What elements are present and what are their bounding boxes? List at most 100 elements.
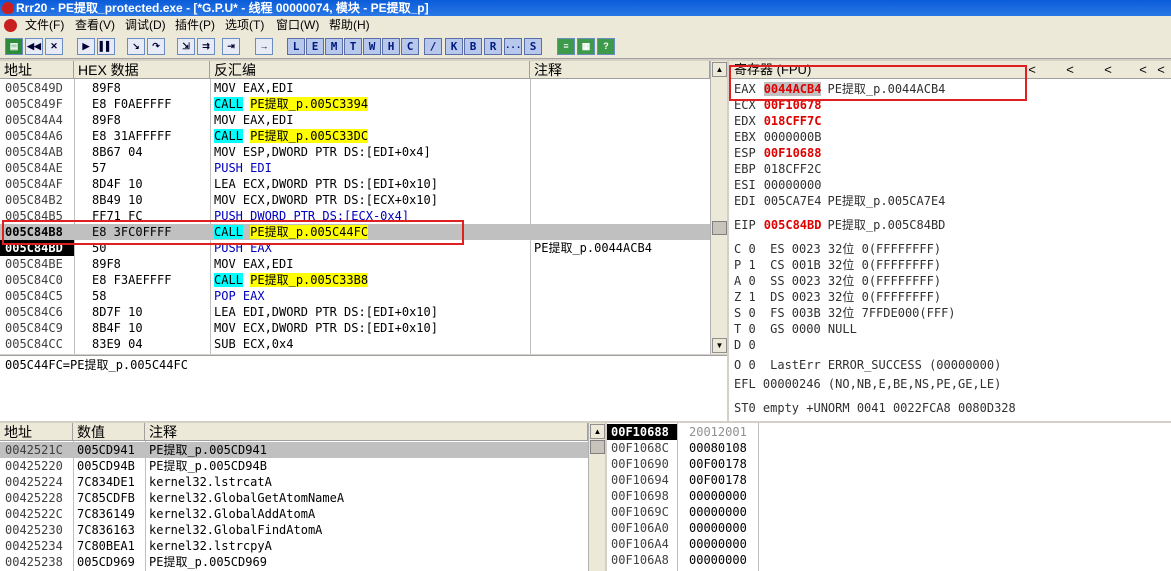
nav-left-icon[interactable]: < [1151, 61, 1171, 79]
register-edx[interactable]: EDX 018CFF7C [734, 113, 827, 129]
stack-row[interactable]: 00F106A0 00000000 [607, 520, 1171, 536]
disasm-hex[interactable]: 8D7F 10 [74, 304, 210, 320]
handles-window-button[interactable]: H [382, 38, 400, 55]
log-window-button[interactable]: L [287, 38, 305, 55]
nav-left-icon[interactable]: < [1098, 61, 1118, 79]
menu-view[interactable]: 查看(V) [72, 16, 118, 35]
stack-row[interactable]: 00F106A4 00000000 [607, 536, 1171, 552]
disasm-instruction[interactable]: POP EAX [210, 288, 530, 304]
disasm-hex[interactable]: 58 [74, 288, 210, 304]
disasm-row[interactable]: 005C84B5 FF71 FC PUSH DWORD PTR DS:[ECX-0x… [0, 208, 710, 224]
disasm-instruction[interactable]: PUSH DWORD PTR DS:[ECX-0x4] [210, 208, 530, 224]
trace-into-icon[interactable]: ⇲ [177, 38, 195, 55]
register-ebp[interactable]: EBP 018CFF2C [734, 161, 827, 177]
open-icon[interactable]: ▤ [5, 38, 23, 55]
stack-row[interactable]: 00F10694 00F00178 [607, 472, 1171, 488]
modules-window-button[interactable]: E [306, 38, 324, 55]
register-eip[interactable]: EIP 005C84BD PE提取_p.005C84BD [734, 217, 945, 233]
disasm-comment[interactable] [530, 112, 710, 128]
disasm-row[interactable]: 005C84BD 50 PUSH EAX PE提取_p.0044ACB4 [0, 240, 710, 256]
execute-till-return-icon[interactable]: ⇥ [222, 38, 240, 55]
disasm-address[interactable]: 005C84A6 [0, 128, 74, 144]
disasm-hex[interactable]: E8 31AFFFFF [74, 128, 210, 144]
source-window-button[interactable]: S [524, 38, 542, 55]
disasm-instruction[interactable]: PUSH EDI [210, 160, 530, 176]
disasm-row[interactable]: 005C849F E8 F0AEFFFF CALL PE提取_p.005C3394 [0, 96, 710, 112]
stack-row[interactable]: 00F106A8 00000000 [607, 552, 1171, 568]
col-header-comment[interactable]: 注释 [530, 61, 710, 79]
disasm-instruction[interactable]: MOV EAX,EDI [210, 80, 530, 96]
disasm-instruction[interactable]: LEA ECX,DWORD PTR DS:[EDI+0x10] [210, 176, 530, 192]
memory-window-button[interactable]: M [325, 38, 343, 55]
disasm-comment[interactable] [530, 96, 710, 112]
disasm-address[interactable]: 005C849D [0, 80, 74, 96]
disasm-hex[interactable]: E8 3FC0FFFF [74, 224, 210, 240]
dump-scrollbar[interactable]: ▲ [588, 423, 605, 571]
disasm-hex[interactable]: 89F8 [74, 112, 210, 128]
dump-row[interactable]: 00425228 7C85CDFB kernel32.GlobalGetAtomNa… [0, 490, 588, 506]
eflags-line[interactable]: EFL 00000246 (NO,NB,E,BE,NS,PE,GE,LE) [734, 376, 1001, 392]
dump-row[interactable]: 00425238 005CD969 PE提取_p.005CD969 [0, 554, 588, 570]
disasm-comment[interactable] [530, 160, 710, 176]
rewind-icon[interactable]: ◀◀ [25, 38, 43, 55]
disasm-scrollbar[interactable]: ▲ ▼ [710, 61, 727, 354]
disasm-instruction[interactable]: MOV ECX,DWORD PTR DS:[ECX+0x10] [210, 192, 530, 208]
register-eax[interactable]: EAX 0044ACB4 PE提取_p.0044ACB4 [734, 81, 945, 97]
flag-line[interactable]: C 0 ES 0023 32位 0(FFFFFFFF) [734, 241, 941, 257]
disasm-row[interactable]: 005C84AE 57 PUSH EDI [0, 160, 710, 176]
disasm-comment[interactable] [530, 256, 710, 272]
run-trace-window-button[interactable]: ... [504, 38, 522, 55]
disasm-row[interactable]: 005C84C9 8B4F 10 MOV ECX,DWORD PTR DS:[EDI… [0, 320, 710, 336]
nav-left-icon[interactable]: < [1060, 61, 1080, 79]
dump-row[interactable]: 00425230 7C836163 kernel32.GlobalFindAtomA [0, 522, 588, 538]
disasm-row[interactable]: 005C84C5 58 POP EAX [0, 288, 710, 304]
call-stack-window-button[interactable]: K [445, 38, 463, 55]
disasm-comment[interactable] [530, 272, 710, 288]
menu-file[interactable]: 文件(F) [22, 16, 67, 35]
menu-plugins[interactable]: 插件(P) [172, 16, 218, 35]
register-value[interactable]: 005C84BD [764, 218, 822, 232]
disasm-address[interactable]: 005C84AE [0, 160, 74, 176]
scroll-up-icon[interactable]: ▲ [712, 62, 727, 77]
disasm-comment[interactable] [530, 208, 710, 224]
dump-row[interactable]: 00425234 7C80BEA1 kernel32.lstrcpyA [0, 538, 588, 554]
disasm-address[interactable]: 005C84C6 [0, 304, 74, 320]
flag-line[interactable]: Z 1 DS 0023 32位 0(FFFFFFFF) [734, 289, 941, 305]
register-ebx[interactable]: EBX 0000000B [734, 129, 827, 145]
dump-header-value[interactable]: 数值 [73, 423, 145, 441]
disasm-row[interactable]: 005C84C6 8D7F 10 LEA EDI,DWORD PTR DS:[EDI… [0, 304, 710, 320]
dump-row[interactable]: 00425220 005CD94B PE提取_p.005CD94B [0, 458, 588, 474]
disasm-comment[interactable]: PE提取_p.0044ACB4 [530, 240, 710, 256]
disasm-comment[interactable] [530, 288, 710, 304]
disasm-hex[interactable]: 8B49 10 [74, 192, 210, 208]
col-header-hex[interactable]: HEX 数据 [74, 61, 210, 79]
flag-line[interactable]: P 1 CS 001B 32位 0(FFFFFFFF) [734, 257, 941, 273]
windows-window-button[interactable]: W [363, 38, 381, 55]
disasm-address[interactable]: 005C84C5 [0, 288, 74, 304]
disasm-instruction[interactable]: MOV ESP,DWORD PTR DS:[EDI+0x4] [210, 144, 530, 160]
disasm-address[interactable]: 005C849F [0, 96, 74, 112]
disasm-row[interactable]: 005C84BE 89F8 MOV EAX,EDI [0, 256, 710, 272]
disasm-address[interactable]: 005C84B2 [0, 192, 74, 208]
help-icon[interactable]: ? [597, 38, 615, 55]
system-menu-icon[interactable] [4, 19, 17, 32]
disasm-hex[interactable]: 89F8 [74, 80, 210, 96]
scroll-thumb[interactable] [712, 221, 727, 235]
stack-row[interactable]: 00F1069C 00000000 [607, 504, 1171, 520]
disasm-hex[interactable]: FF71 FC [74, 208, 210, 224]
step-over-icon[interactable]: ↷ [147, 38, 165, 55]
dump-header-address[interactable]: 地址 [0, 423, 73, 441]
disasm-address[interactable]: 005C84B5 [0, 208, 74, 224]
dump-row[interactable]: 00425224 7C834DE1 kernel32.lstrcatA [0, 474, 588, 490]
disasm-hex[interactable]: 83E9 04 [74, 336, 210, 352]
disasm-hex[interactable]: 8D4F 10 [74, 176, 210, 192]
close-icon[interactable]: ✕ [45, 38, 63, 55]
disasm-hex[interactable]: 8B67 04 [74, 144, 210, 160]
disasm-row[interactable]: 005C84B8 E8 3FC0FFFF CALL PE提取_p.005C44FC [0, 224, 710, 240]
flag-line[interactable]: A 0 SS 0023 32位 0(FFFFFFFF) [734, 273, 941, 289]
pause-icon[interactable]: ▌▌ [97, 38, 115, 55]
disasm-comment[interactable] [530, 304, 710, 320]
register-esp[interactable]: ESP 00F10688 [734, 145, 827, 161]
menu-window[interactable]: 窗口(W) [273, 16, 322, 35]
menu-options[interactable]: 选项(T) [222, 16, 267, 35]
